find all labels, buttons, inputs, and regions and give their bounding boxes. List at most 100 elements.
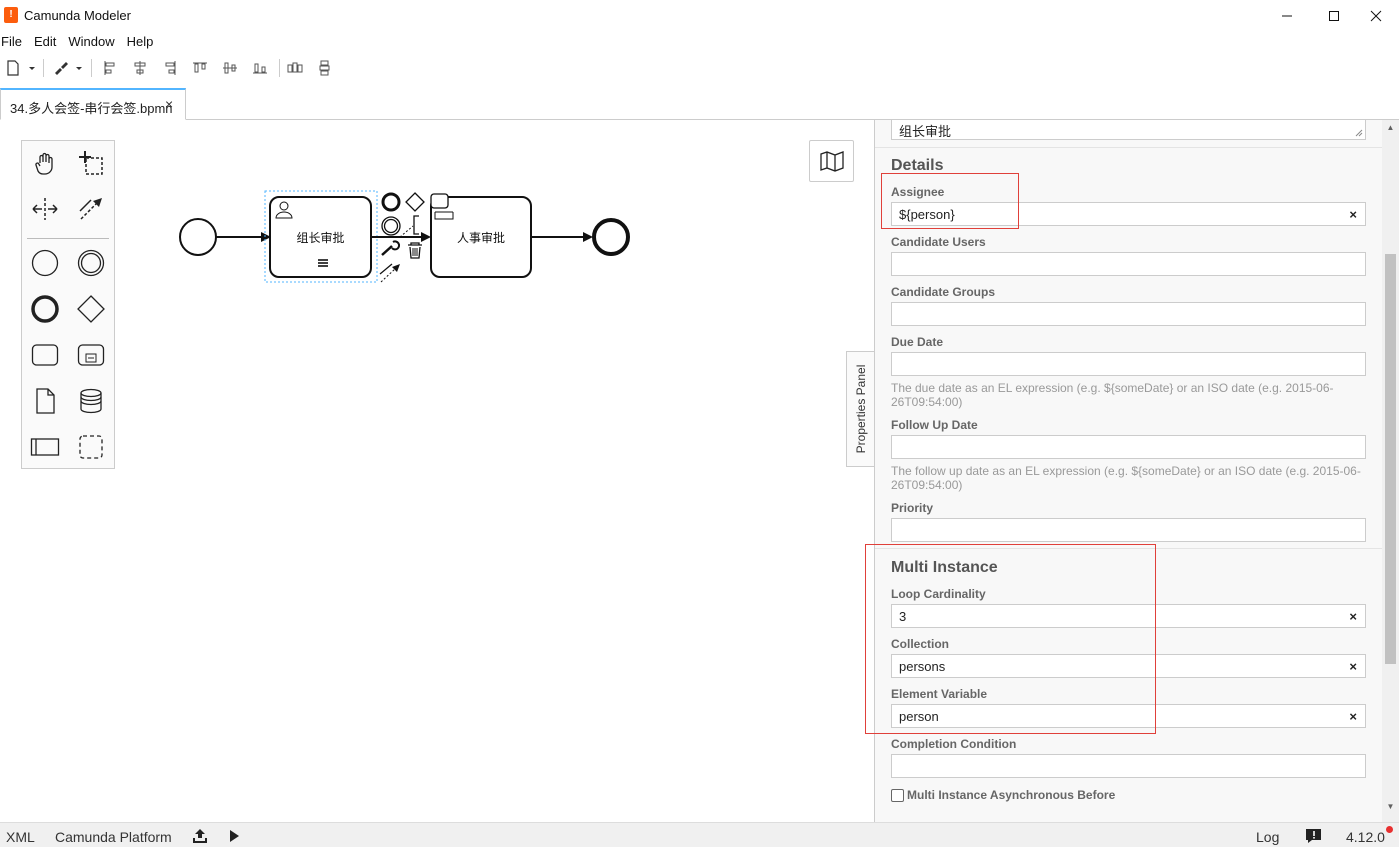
candidate-groups-label: Candidate Groups	[891, 285, 996, 299]
append-text-annotation-icon[interactable]	[399, 215, 419, 238]
details-section-title: Details	[891, 157, 944, 174]
minimize-icon	[1282, 15, 1292, 16]
maximize-button[interactable]	[1311, 0, 1357, 31]
maximize-icon	[1329, 10, 1339, 21]
align-bottom-icon	[253, 63, 267, 74]
scroll-thumb[interactable]	[1385, 254, 1396, 664]
deploy-icon	[193, 829, 207, 843]
async-before-row: Multi Instance Asynchronous Before	[891, 788, 1115, 802]
collection-value: persons	[899, 659, 946, 674]
align-left-button[interactable]	[99, 57, 121, 79]
distribute-horizontal-icon	[287, 62, 303, 73]
append-gateway-icon[interactable]	[405, 192, 425, 212]
priority-input[interactable]	[891, 518, 1366, 542]
follow-up-date-input[interactable]	[891, 435, 1366, 459]
platform-selector[interactable]: Camunda Platform	[55, 829, 172, 845]
version-label[interactable]: 4.12.0	[1346, 829, 1385, 845]
new-file-icon	[7, 60, 35, 76]
loop-cardinality-input[interactable]: 3 ×	[891, 604, 1366, 628]
align-bottom-button[interactable]	[249, 57, 271, 79]
connect-arrow-icon[interactable]	[379, 263, 400, 283]
candidate-users-input[interactable]	[891, 252, 1366, 276]
priority-label: Priority	[891, 501, 934, 515]
due-date-description: The due date as an EL expression (e.g. $…	[891, 381, 1334, 409]
element-variable-value: person	[899, 709, 939, 724]
append-end-event-icon[interactable]	[381, 192, 401, 212]
loop-cardinality-clear-button[interactable]: ×	[1349, 609, 1357, 624]
color-picker-button[interactable]	[51, 57, 85, 79]
assignee-input[interactable]: ${person} ×	[891, 202, 1366, 226]
align-center-icon	[134, 61, 146, 75]
distribute-vertical-icon	[319, 60, 330, 76]
collection-input[interactable]: persons ×	[891, 654, 1366, 678]
append-task-icon[interactable]	[430, 193, 449, 209]
assignee-value: ${person}	[899, 207, 955, 222]
distribute-vertical-button[interactable]	[314, 57, 336, 79]
tab-bpmn-file[interactable]: 34.多人会签-串行会签.bpmn ×	[0, 88, 186, 120]
resize-grip-icon	[1355, 129, 1363, 137]
due-date-label: Due Date	[891, 335, 944, 349]
distribute-horizontal-button[interactable]	[284, 57, 306, 79]
end-event[interactable]	[592, 218, 630, 256]
task1-label: 组长审批	[296, 231, 345, 245]
diagram-canvas[interactable]: 组长审批 人事审批	[0, 120, 874, 822]
align-middle-icon	[223, 62, 237, 74]
async-before-checkbox[interactable]	[891, 788, 904, 802]
properties-scrollbar[interactable]: ▲ ▼	[1382, 120, 1399, 822]
element-variable-input[interactable]: person ×	[891, 704, 1366, 728]
collection-clear-button[interactable]: ×	[1349, 659, 1357, 674]
change-type-wrench-icon[interactable]	[381, 240, 401, 256]
completion-condition-input[interactable]	[891, 754, 1366, 778]
update-notification-badge	[1386, 826, 1393, 833]
properties-panel-toggle[interactable]: Properties Panel	[846, 351, 875, 467]
feedback-button[interactable]	[1305, 828, 1321, 844]
menu-file[interactable]: File	[0, 31, 28, 52]
status-bar: XML Camunda Platform Log 4.12.0	[0, 822, 1399, 847]
append-intermediate-event-icon[interactable]	[381, 216, 401, 236]
align-top-button[interactable]	[189, 57, 211, 79]
loop-cardinality-label: Loop Cardinality	[891, 587, 986, 601]
completion-condition-label: Completion Condition	[891, 737, 1017, 751]
name-textarea[interactable]: 组长审批	[891, 120, 1366, 140]
menu-bar: File Edit Window Help	[0, 31, 159, 52]
assignee-clear-button[interactable]: ×	[1349, 207, 1357, 222]
multi-instance-section-title: Multi Instance	[891, 559, 998, 576]
async-before-label: Multi Instance Asynchronous Before	[907, 788, 1116, 802]
name-textarea-value: 组长审批	[899, 124, 952, 139]
close-icon	[1370, 10, 1382, 21]
task2-label: 人事审批	[456, 231, 505, 245]
menu-help[interactable]: Help	[121, 31, 160, 52]
tab-close-button[interactable]: ×	[165, 96, 173, 112]
scroll-up-icon[interactable]: ▲	[1385, 122, 1396, 134]
close-window-button[interactable]	[1353, 0, 1399, 31]
menu-window[interactable]: Window	[62, 31, 120, 52]
deploy-button[interactable]	[192, 828, 208, 844]
follow-up-date-label: Follow Up Date	[891, 418, 978, 432]
assignee-label: Assignee	[891, 185, 945, 199]
align-right-button[interactable]	[159, 57, 181, 79]
due-date-input[interactable]	[891, 352, 1366, 376]
align-top-icon	[193, 62, 207, 73]
log-button[interactable]: Log	[1256, 829, 1279, 845]
new-file-button[interactable]	[3, 57, 37, 79]
delete-trash-icon[interactable]	[408, 242, 422, 259]
loop-cardinality-value: 3	[899, 609, 907, 624]
feedback-icon	[1306, 829, 1321, 843]
candidate-users-label: Candidate Users	[891, 235, 986, 249]
properties-panel: 组长审批 Details Assignee ${person} × Candid…	[874, 120, 1382, 822]
element-variable-clear-button[interactable]: ×	[1349, 709, 1357, 724]
scroll-down-icon[interactable]: ▼	[1385, 801, 1396, 813]
minimize-button[interactable]	[1264, 0, 1310, 31]
menu-edit[interactable]: Edit	[28, 31, 62, 52]
bpmn-diagram	[179, 190, 630, 283]
start-instance-button[interactable]	[226, 828, 242, 844]
window-title: Camunda Modeler	[24, 8, 131, 23]
tab-bar: 34.多人会签-串行会签.bpmn ×	[0, 88, 1399, 120]
camunda-logo-icon: !	[4, 7, 18, 23]
align-middle-button[interactable]	[219, 57, 241, 79]
align-left-icon	[104, 61, 115, 75]
xml-tab[interactable]: XML	[6, 829, 35, 845]
align-center-button[interactable]	[129, 57, 151, 79]
candidate-groups-input[interactable]	[891, 302, 1366, 326]
start-event[interactable]	[179, 218, 217, 256]
